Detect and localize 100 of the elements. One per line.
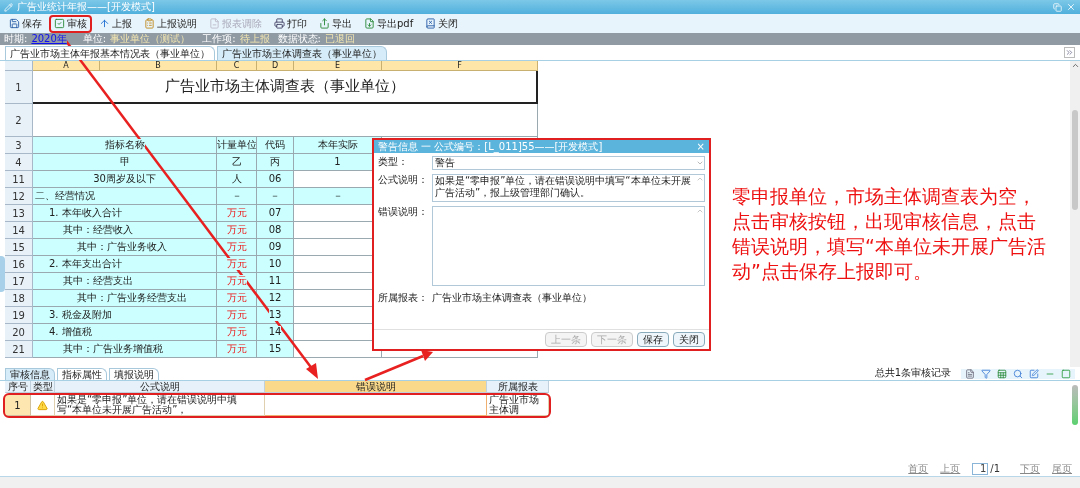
toolbar-button[interactable]: 关闭 [420, 14, 464, 33]
table-cell: 07 [257, 205, 294, 222]
column-header: B [100, 61, 217, 71]
column-header: E [294, 61, 382, 71]
table-cell: 广告业市场主体调 [487, 395, 549, 416]
search-icon[interactable] [1013, 369, 1023, 379]
table-cell: 其中：经营支出 [33, 273, 217, 290]
table-cell: 指标名称 [33, 137, 217, 154]
row-number: 1 [5, 71, 33, 104]
table-cell: 乙 [217, 154, 257, 171]
row-number: 4 [5, 154, 33, 171]
table-cell[interactable] [265, 395, 487, 416]
scroll-up-icon[interactable] [1070, 61, 1080, 70]
table-cell: 2. 本年支出合计 [33, 256, 217, 273]
maximize-icon[interactable] [1061, 369, 1071, 379]
save-icon [9, 18, 20, 29]
input-field[interactable]: 警告 [432, 156, 705, 170]
table-cell: 其中：广告业务收入 [33, 239, 217, 256]
table-cell: 14 [257, 324, 294, 341]
input-field[interactable]: 如果是“零申报”单位，请在错误说明中填写“本单位未开展广告活动”，报上级管理部门确认。 [432, 174, 705, 202]
table-cell: 12 [257, 290, 294, 307]
dialog-button[interactable]: 保存 [637, 332, 669, 347]
info-label: 单位: [82, 33, 107, 45]
scroll-up-icon[interactable] [696, 207, 704, 215]
table-cell: 甲 [33, 154, 217, 171]
table-cell: 万元 [217, 290, 257, 307]
edit-icon[interactable] [1029, 369, 1039, 379]
annotation-text: 零申报单位，市场主体调查表为空，点击审核按钮，出现审核信息，点击错误说明，填写“本单位未开展广告活动”点击保存上报即可。 [732, 184, 1047, 284]
toolbar-button[interactable]: 打印 [269, 14, 312, 33]
spinner-icon[interactable] [696, 159, 704, 167]
column-header[interactable]: 类型 [31, 381, 55, 393]
table-cell: 万元 [217, 341, 257, 358]
pager-link[interactable]: 下页 [1020, 463, 1040, 475]
table-cell: 万元 [217, 324, 257, 341]
table-cell: 二、经营情况 [33, 188, 217, 205]
field-label: 所属报表： [378, 292, 428, 304]
row-number: 3 [5, 137, 33, 154]
toolbar-button[interactable]: 上报 [94, 14, 137, 33]
panel-tab[interactable]: 审核信息 [5, 368, 55, 380]
arrow-up-icon [99, 18, 110, 29]
row-number: 18 [5, 290, 33, 307]
column-header[interactable]: 公式说明 [55, 381, 265, 393]
panel-tab[interactable]: 指标属性 [57, 368, 107, 380]
scrollbar[interactable] [1072, 385, 1078, 425]
row-number: 21 [5, 341, 33, 358]
scrollbar[interactable] [1070, 61, 1080, 367]
table-cell: － [257, 188, 294, 205]
restore-icon[interactable] [1053, 2, 1062, 12]
pager-link[interactable]: 上页 [940, 463, 961, 475]
scroll-tabs-icon[interactable] [1064, 47, 1075, 58]
table-cell: 3. 税金及附加 [33, 307, 217, 324]
table-cell: 1 [5, 395, 31, 416]
page-input[interactable]: 1 [972, 463, 989, 475]
panel-tab[interactable]: 填报说明 [109, 368, 159, 380]
toolbar-button[interactable]: 上报说明 [139, 14, 202, 33]
close-icon[interactable] [1066, 2, 1076, 12]
row-number: 15 [5, 239, 33, 256]
toolbar-button[interactable]: 导出pdf [359, 14, 419, 33]
row-number: 13 [5, 205, 33, 222]
sheet-tab[interactable]: 广告业市场主体调查表（事业单位） [217, 46, 387, 60]
page-total: /1 [990, 463, 1000, 475]
table-title: 广告业市场主体调查表（事业单位） [33, 71, 538, 104]
row-number: 16 [5, 256, 33, 273]
scroll-up-icon[interactable] [696, 175, 704, 183]
input-field[interactable] [432, 206, 705, 286]
book-icon [425, 18, 437, 29]
table-cell: 4. 增值税 [33, 324, 217, 341]
dialog-button[interactable]: 关闭 [673, 332, 705, 347]
info-label: 数据状态: [277, 33, 321, 45]
record-count: 总共1条审核记录 [874, 367, 951, 379]
corner-cell [5, 61, 33, 71]
table-cell: 08 [257, 222, 294, 239]
table-row[interactable]: 1 如果是“零申报”单位，请在错误说明中填写“本单位未开展广告活动”， 广告业市场主体调 [5, 395, 549, 416]
filter-icon[interactable] [981, 369, 991, 379]
pager-link[interactable]: 尾页 [1052, 463, 1072, 475]
check-icon [54, 18, 65, 29]
spreadsheet-icon[interactable] [997, 369, 1007, 379]
info-value: 已退回 [324, 33, 355, 45]
table-cell: 代码 [257, 137, 294, 154]
toolbar-button[interactable]: 保存 [4, 14, 47, 33]
info-value: 待上报 [239, 33, 270, 45]
table-cell: 万元 [217, 205, 257, 222]
column-header[interactable]: 所属报表 [487, 381, 549, 393]
column-header[interactable]: 错误说明 [265, 381, 487, 393]
share-icon [319, 18, 330, 29]
toolbar-button[interactable]: 导出 [314, 14, 357, 33]
table-cell: － [217, 188, 257, 205]
table-cell: 09 [257, 239, 294, 256]
printer-icon [274, 18, 285, 29]
document-icon[interactable] [965, 369, 975, 379]
table-cell: 其中：广告业务增值税 [33, 341, 217, 358]
sheet-tab[interactable]: 广告业市场主体年报基本情况表（事业单位） [5, 46, 215, 60]
row-number: 11 [5, 171, 33, 188]
column-header[interactable]: 序号 [5, 381, 31, 393]
collapse-handle[interactable] [0, 256, 5, 292]
column-header: F [382, 61, 538, 71]
table-cell: 10 [257, 256, 294, 273]
pager-link[interactable]: 首页 [908, 463, 929, 475]
info-label: 时期: [4, 33, 28, 45]
table-cell: 其中：经营收入 [33, 222, 217, 239]
